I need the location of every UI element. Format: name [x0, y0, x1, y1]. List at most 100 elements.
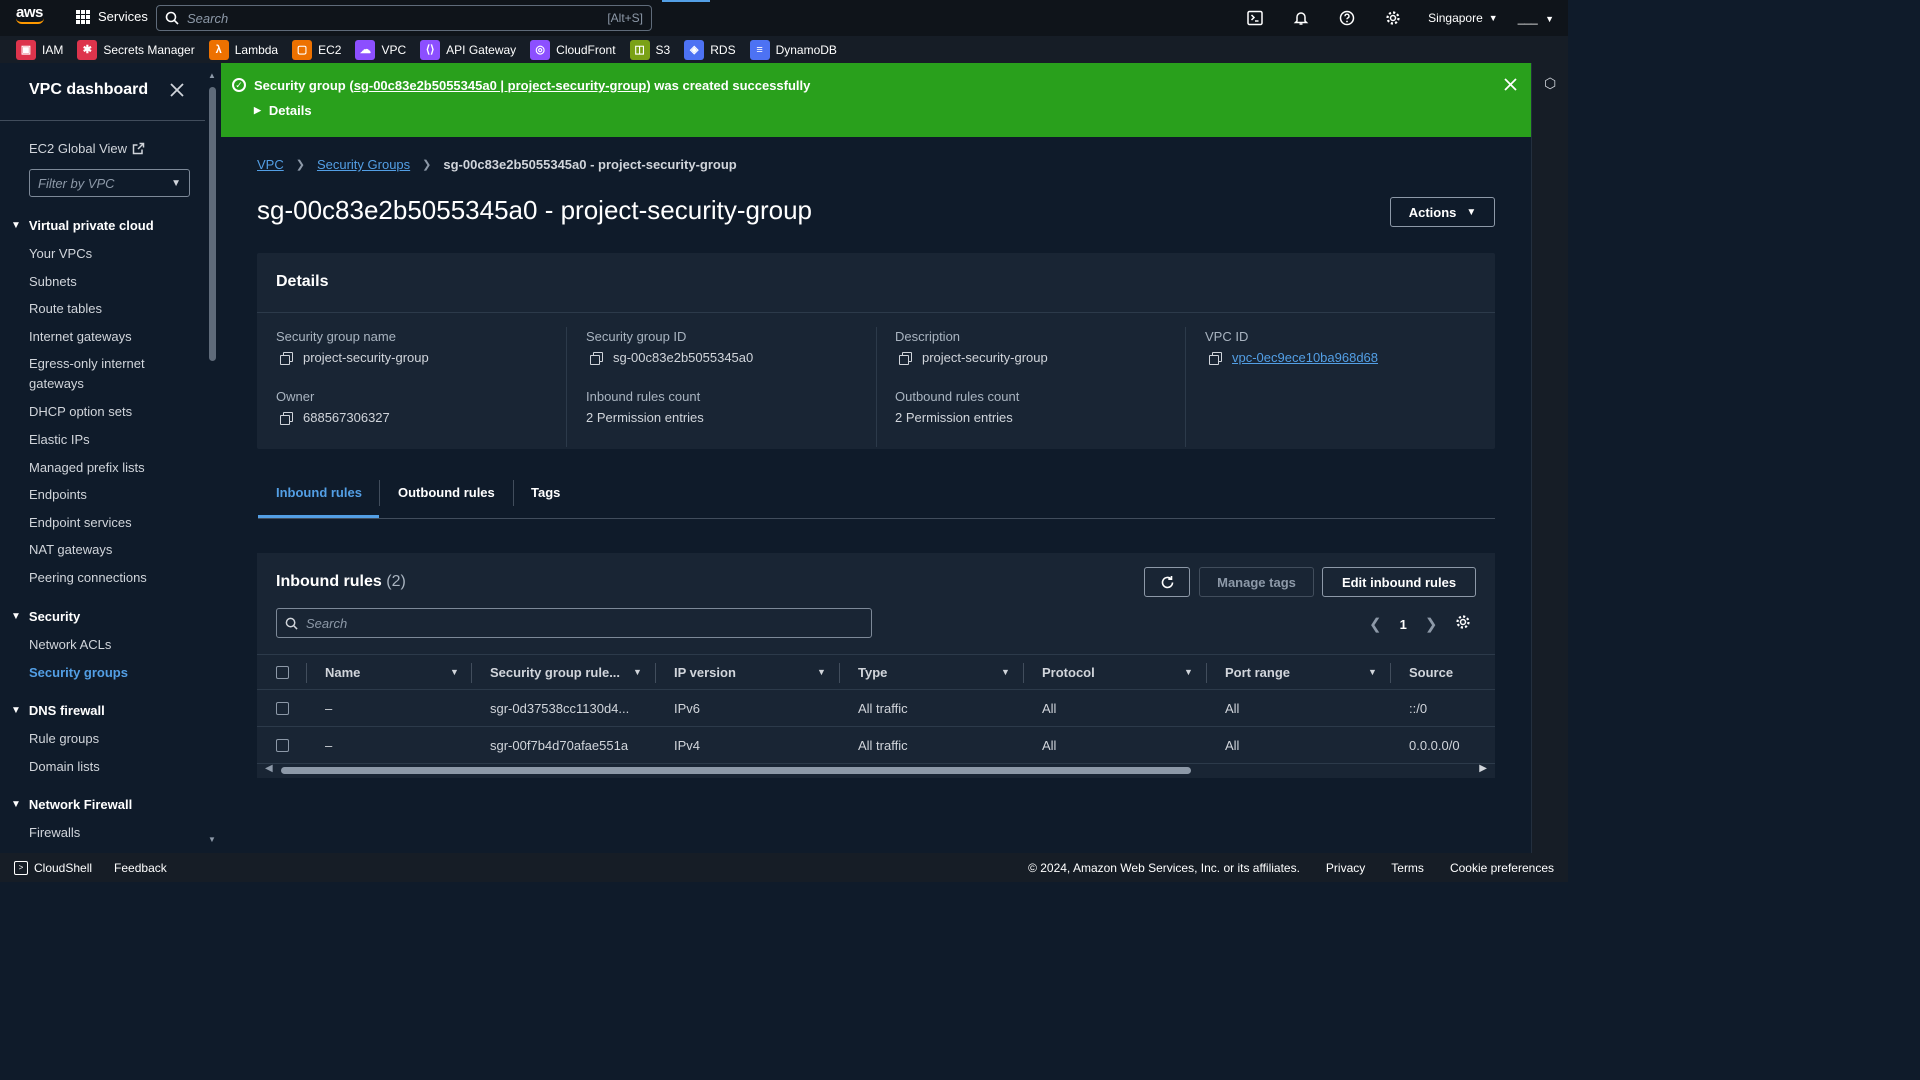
vpc-id-link[interactable]: vpc-0ec9ece10ba968d68: [1232, 350, 1378, 365]
global-search-input[interactable]: Search [Alt+S]: [156, 5, 652, 31]
notifications-button[interactable]: [1278, 0, 1324, 36]
column-header-source[interactable]: Source: [1409, 665, 1453, 680]
privacy-link[interactable]: Privacy: [1326, 861, 1365, 875]
column-header-name[interactable]: Name: [325, 665, 360, 680]
chevron-left-icon[interactable]: ❮: [1369, 615, 1382, 633]
filter-caret-icon[interactable]: ▼: [1001, 667, 1010, 677]
dismiss-flash-button[interactable]: [1504, 75, 1517, 96]
scroll-left-icon[interactable]: ◀: [265, 763, 273, 774]
copy-icon[interactable]: [1209, 351, 1222, 365]
rules-search-input[interactable]: Search: [276, 608, 872, 638]
sidebar-item-elastic-ips[interactable]: Elastic IPs: [29, 432, 90, 447]
settings-button[interactable]: [1370, 0, 1416, 36]
favorite-api-gateway[interactable]: ⟨⟩ API Gateway: [420, 39, 516, 60]
sidebar-item-endpoint-services[interactable]: Endpoint services: [29, 515, 132, 530]
favorite-s3[interactable]: ◫ S3: [629, 39, 670, 60]
account-menu[interactable]: ___ ▼: [1518, 11, 1554, 25]
row-checkbox[interactable]: [276, 739, 289, 752]
edit-inbound-rules-button[interactable]: Edit inbound rules: [1322, 567, 1476, 597]
favorite-dynamodb[interactable]: ≡ DynamoDB: [749, 39, 837, 60]
filter-caret-icon[interactable]: ▼: [817, 667, 826, 677]
scroll-right-icon[interactable]: ▶: [1479, 763, 1487, 774]
sidebar-item-domain-lists[interactable]: Domain lists: [29, 759, 100, 774]
cookie-preferences-link[interactable]: Cookie preferences: [1450, 861, 1554, 875]
sidebar-item-rule-groups[interactable]: Rule groups: [29, 731, 99, 746]
filter-caret-icon[interactable]: ▼: [1184, 667, 1193, 677]
flash-details-toggle[interactable]: ▶ Details: [254, 103, 312, 118]
favorite-ec2[interactable]: ▢ EC2: [292, 39, 341, 60]
cloudshell-footer-button[interactable]: > CloudShell: [14, 860, 92, 875]
table-preferences-button[interactable]: [1455, 614, 1471, 634]
section-security[interactable]: ▼ Security: [11, 609, 80, 624]
actions-button[interactable]: Actions ▼: [1390, 197, 1495, 227]
sidebar-item-firewalls[interactable]: Firewalls: [29, 825, 80, 840]
sidebar-item-your-vpcs[interactable]: Your VPCs: [29, 246, 92, 261]
help-button[interactable]: [1324, 0, 1370, 36]
scrollbar-thumb[interactable]: [209, 87, 216, 361]
copy-icon[interactable]: [280, 411, 293, 425]
copy-icon[interactable]: [899, 351, 912, 365]
favorite-rds[interactable]: ◈ RDS: [684, 39, 736, 60]
refresh-button[interactable]: [1144, 567, 1190, 597]
cloudshell-button[interactable]: [1232, 0, 1278, 36]
select-all-checkbox[interactable]: [276, 666, 289, 679]
column-header-type[interactable]: Type: [858, 665, 887, 680]
page-number[interactable]: 1: [1400, 617, 1407, 632]
sidebar-item-dhcp-option-sets[interactable]: DHCP option sets: [29, 404, 132, 419]
favorite-lambda[interactable]: λ Lambda: [208, 39, 278, 60]
cell-rule-id[interactable]: sgr-0d37538cc1130d4...: [490, 701, 629, 716]
services-menu-button[interactable]: Services: [76, 9, 148, 24]
breadcrumb-security-groups-link[interactable]: Security Groups: [317, 157, 410, 172]
terms-link[interactable]: Terms: [1391, 861, 1424, 875]
close-sidebar-button[interactable]: [170, 81, 184, 102]
tab-inbound-rules[interactable]: Inbound rules: [276, 485, 362, 500]
sidebar-item-egress-only-internet-gateways[interactable]: Egress-only internet gateways: [29, 356, 145, 394]
scroll-up-icon[interactable]: ▲: [208, 71, 216, 80]
filter-caret-icon[interactable]: ▼: [1368, 667, 1377, 677]
tab-tags[interactable]: Tags: [531, 485, 560, 500]
table-row[interactable]: – sgr-00f7b4d70afae551a IPv4 All traffic…: [257, 727, 1495, 764]
sidebar-item-endpoints[interactable]: Endpoints: [29, 487, 87, 502]
flash-security-group-link[interactable]: sg-00c83e2b5055345a0 | project-security-…: [354, 78, 647, 93]
table-row[interactable]: – sgr-0d37538cc1130d4... IPv6 All traffi…: [257, 690, 1495, 727]
favorite-cloudfront[interactable]: ◎ CloudFront: [530, 39, 616, 60]
sidebar-item-route-tables[interactable]: Route tables: [29, 301, 102, 316]
breadcrumb-vpc-link[interactable]: VPC: [257, 157, 284, 172]
column-header-port-range[interactable]: Port range: [1225, 665, 1290, 680]
sidebar-item-network-acls[interactable]: Network ACLs: [29, 637, 111, 652]
filter-caret-icon[interactable]: ▼: [633, 667, 642, 677]
sidebar-item-ec2-global-view[interactable]: EC2 Global View: [29, 141, 145, 156]
copy-icon[interactable]: [280, 351, 293, 365]
filter-by-vpc-select[interactable]: Filter by VPC ▼: [29, 169, 190, 197]
column-header-protocol[interactable]: Protocol: [1042, 665, 1095, 680]
column-header-rule-id[interactable]: Security group rule...: [490, 665, 620, 680]
favorite-vpc[interactable]: ☁ VPC: [355, 39, 406, 60]
panel-toggle-icon[interactable]: ⬡: [1544, 75, 1556, 92]
tab-outbound-rules[interactable]: Outbound rules: [398, 485, 495, 500]
sidebar-item-peering-connections[interactable]: Peering connections: [29, 570, 147, 585]
sidebar-item-subnets[interactable]: Subnets: [29, 274, 77, 289]
manage-tags-button[interactable]: Manage tags: [1199, 567, 1314, 597]
sidebar-item-managed-prefix-lists[interactable]: Managed prefix lists: [29, 460, 145, 475]
section-network-firewall[interactable]: ▼ Network Firewall: [11, 797, 132, 812]
table-horizontal-scrollbar[interactable]: ◀ ▶: [257, 763, 1495, 778]
scrollbar-thumb[interactable]: [281, 767, 1191, 774]
chevron-right-icon[interactable]: ❯: [1425, 615, 1438, 633]
region-selector[interactable]: Singapore ▼: [1428, 11, 1498, 25]
favorite-iam[interactable]: ▣ IAM: [16, 39, 63, 60]
aws-logo[interactable]: aws: [16, 5, 48, 30]
cell-rule-id[interactable]: sgr-00f7b4d70afae551a: [490, 738, 628, 753]
section-virtual-private-cloud[interactable]: ▼ Virtual private cloud: [11, 218, 154, 233]
section-dns-firewall[interactable]: ▼ DNS firewall: [11, 703, 105, 718]
sidebar-item-security-groups[interactable]: Security groups: [29, 665, 128, 680]
copy-icon[interactable]: [590, 351, 603, 365]
sidebar-item-internet-gateways[interactable]: Internet gateways: [29, 329, 132, 344]
row-checkbox[interactable]: [276, 702, 289, 715]
feedback-link[interactable]: Feedback: [114, 861, 167, 875]
scroll-down-icon[interactable]: ▼: [208, 835, 216, 844]
sidebar-title[interactable]: VPC dashboard: [29, 81, 148, 99]
filter-caret-icon[interactable]: ▼: [450, 667, 459, 677]
sidebar-scrollbar[interactable]: ▲ ▼: [207, 63, 218, 853]
favorite-secrets-manager[interactable]: ✱ Secrets Manager: [77, 39, 195, 60]
column-header-ip-version[interactable]: IP version: [674, 665, 736, 680]
